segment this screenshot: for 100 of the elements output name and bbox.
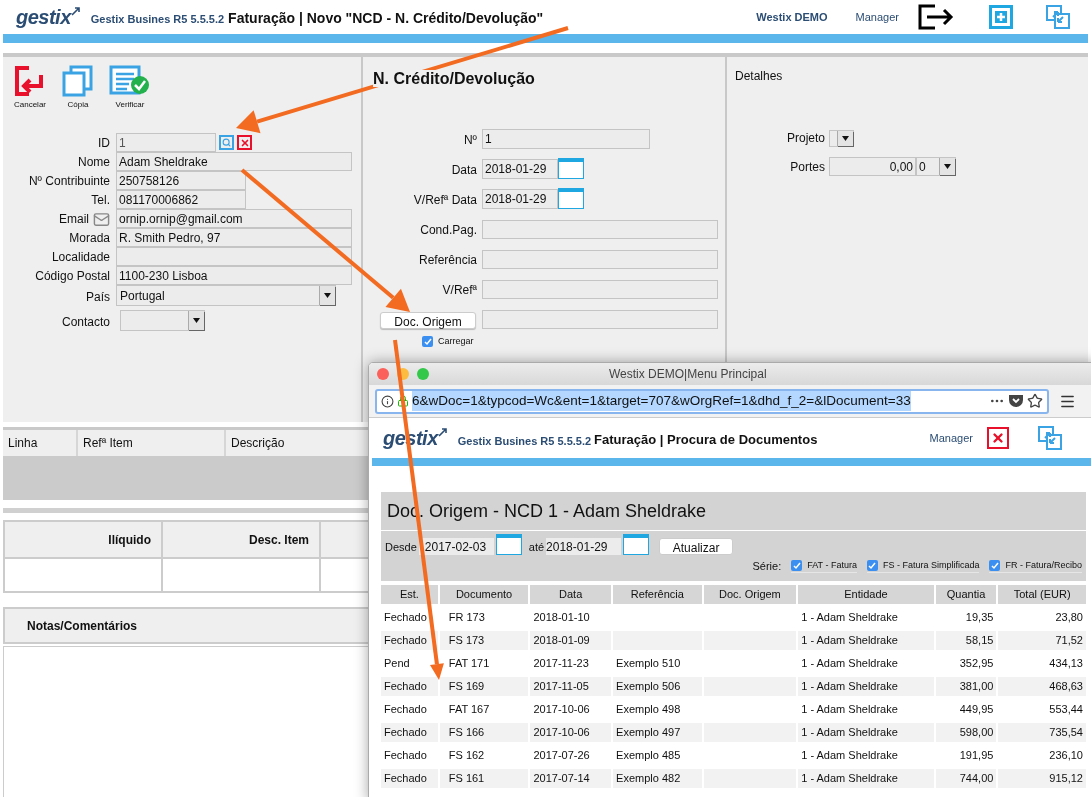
checkbox[interactable]: [989, 560, 1001, 571]
table-cell: FS 173: [439, 631, 529, 650]
field-label: Série:: [752, 558, 782, 574]
text-field[interactable]: [482, 250, 718, 269]
text-field[interactable]: R. Smith Pedro, 97: [116, 228, 352, 247]
search-icon[interactable]: [219, 135, 234, 150]
field-label: Projeto: [785, 130, 825, 147]
project-select[interactable]: [829, 130, 854, 147]
refresh-icon[interactable]: [1037, 425, 1063, 451]
pocket-icon[interactable]: [1008, 393, 1024, 409]
text-field[interactable]: [482, 310, 718, 329]
field-label: País: [86, 289, 110, 306]
info-icon[interactable]: [381, 394, 394, 408]
date-field[interactable]: 2018-01-29: [482, 189, 558, 209]
copy-icon: [61, 65, 95, 97]
table-cell: Fechado: [381, 677, 438, 696]
calendar-button[interactable]: [495, 534, 522, 555]
clear-icon[interactable]: [237, 135, 252, 150]
window-title: Westix DEMO|Menu Principal: [609, 366, 767, 383]
table-cell: FS 161: [439, 769, 529, 788]
table-cell-text: 2017-11-23: [532, 656, 590, 672]
refresh-icon[interactable]: [1045, 4, 1071, 30]
rate-select[interactable]: 0: [916, 157, 956, 176]
table-cell-text: 2017-10-06: [532, 702, 591, 718]
field-label: Nº: [462, 132, 477, 149]
refresh-button[interactable]: Atualizar: [659, 538, 734, 555]
table-cell-text: Pend: [383, 656, 411, 672]
field-label: V/Refª: [441, 282, 477, 299]
logout-icon[interactable]: [917, 4, 955, 30]
text-field[interactable]: 1: [482, 129, 650, 149]
dropdown-button[interactable]: [939, 158, 955, 175]
field-label: Data: [450, 162, 477, 179]
table-cell: 381,00: [935, 677, 997, 696]
table-cell-text: Fechado: [383, 610, 428, 626]
text-field[interactable]: 250758126: [116, 171, 246, 190]
dropdown-button[interactable]: [188, 311, 204, 330]
contact-select[interactable]: [120, 310, 205, 331]
mail-icon[interactable]: [93, 211, 110, 228]
table-cell-text: 1 - Adam Sheldrake: [800, 702, 899, 718]
table-cell-text: 191,95: [958, 748, 995, 764]
table-cell: FS 169: [439, 677, 529, 696]
toolbar-button[interactable]: Cópia: [61, 65, 95, 123]
column-header: Est.: [381, 585, 438, 604]
table-cell: 2017-10-06: [530, 723, 612, 742]
product-version: Gestix Busines R5 5.5.5.2: [90, 11, 225, 27]
text-field[interactable]: 1100-230 Lisboa: [116, 266, 352, 285]
table-cell: 2017-11-05: [530, 677, 612, 696]
calendar-button[interactable]: [558, 188, 584, 209]
field-label: Tel.: [91, 192, 110, 209]
checkbox[interactable]: [422, 336, 433, 348]
date-field[interactable]: 2017-02-03: [418, 538, 494, 555]
column-header: Doc. Origem: [703, 585, 797, 604]
logo: gestix: [16, 2, 81, 32]
toolbar-button[interactable]: Verificar: [109, 65, 151, 123]
text-field[interactable]: [116, 247, 352, 266]
close-window-button[interactable]: [377, 368, 389, 380]
table-cell: 598,00: [935, 723, 997, 742]
table-cell-text: 23,80: [1054, 610, 1084, 626]
checkbox-label: FAT - Fatura: [807, 558, 857, 572]
table-cell-text: FR 173: [447, 610, 486, 626]
table-cell-text: 434,13: [1048, 656, 1084, 672]
caret-icon[interactable]: [842, 136, 849, 141]
caret-icon[interactable]: [193, 318, 200, 323]
checkbox[interactable]: [866, 560, 878, 571]
origin-document-button[interactable]: Doc. Origem: [380, 312, 476, 329]
user-name: Manager: [929, 430, 973, 446]
address-bar[interactable]: 6&wDoc=1&typcod=Wc&ent=1&target=707&wOrgRef=1&dhd_f_2=&lDocument=33: [375, 388, 1049, 414]
toolbar-button[interactable]: Cancelar: [13, 65, 47, 123]
text-field[interactable]: ornip.ornip@gmail.com: [116, 209, 352, 228]
country-select[interactable]: Portugal: [116, 285, 336, 306]
calendar-button[interactable]: [558, 158, 584, 179]
column-header: Documento: [439, 585, 529, 604]
field-label: V/Refª Data: [412, 192, 477, 209]
caret-icon[interactable]: [324, 293, 331, 298]
id-field[interactable]: 1: [116, 133, 216, 152]
dropdown-button[interactable]: [837, 131, 853, 146]
text-field[interactable]: 081170006862: [116, 190, 246, 209]
table-cell-text: 236,10: [1048, 748, 1084, 764]
checkbox-label: FR - Fatura/Recibo: [1005, 558, 1082, 572]
zoom-window-button[interactable]: [417, 368, 429, 380]
text-field[interactable]: [482, 220, 718, 239]
page-title: Faturação | Novo "NCD - N. Crédito/Devolução": [228, 8, 544, 28]
table-cell: 2018-01-09: [530, 631, 612, 650]
date-field[interactable]: 2018-01-29: [546, 538, 622, 555]
close-icon[interactable]: [987, 427, 1009, 449]
postage-field[interactable]: 0,00: [829, 157, 916, 176]
table-cell-text: 2018-01-10: [532, 610, 591, 626]
add-icon[interactable]: [989, 5, 1013, 29]
table-cell-text: Exemplo 510: [615, 656, 682, 672]
bookmark-icon[interactable]: [1027, 393, 1043, 409]
text-field[interactable]: Adam Sheldrake: [116, 152, 352, 171]
checkbox[interactable]: [791, 560, 803, 571]
table-cell-text: Exemplo 498: [615, 702, 682, 718]
caret-icon[interactable]: [944, 164, 951, 169]
text-field[interactable]: [482, 280, 718, 299]
url-text: 6&wDoc=1&typcod=Wc&ent=1&target=707&wOrgRef=1&dhd_f_2=&lDocument=33: [412, 390, 911, 412]
dropdown-button[interactable]: [319, 286, 335, 305]
date-field[interactable]: 2018-01-29: [482, 159, 558, 179]
calendar-button[interactable]: [623, 534, 650, 555]
field-label: até: [528, 539, 545, 555]
